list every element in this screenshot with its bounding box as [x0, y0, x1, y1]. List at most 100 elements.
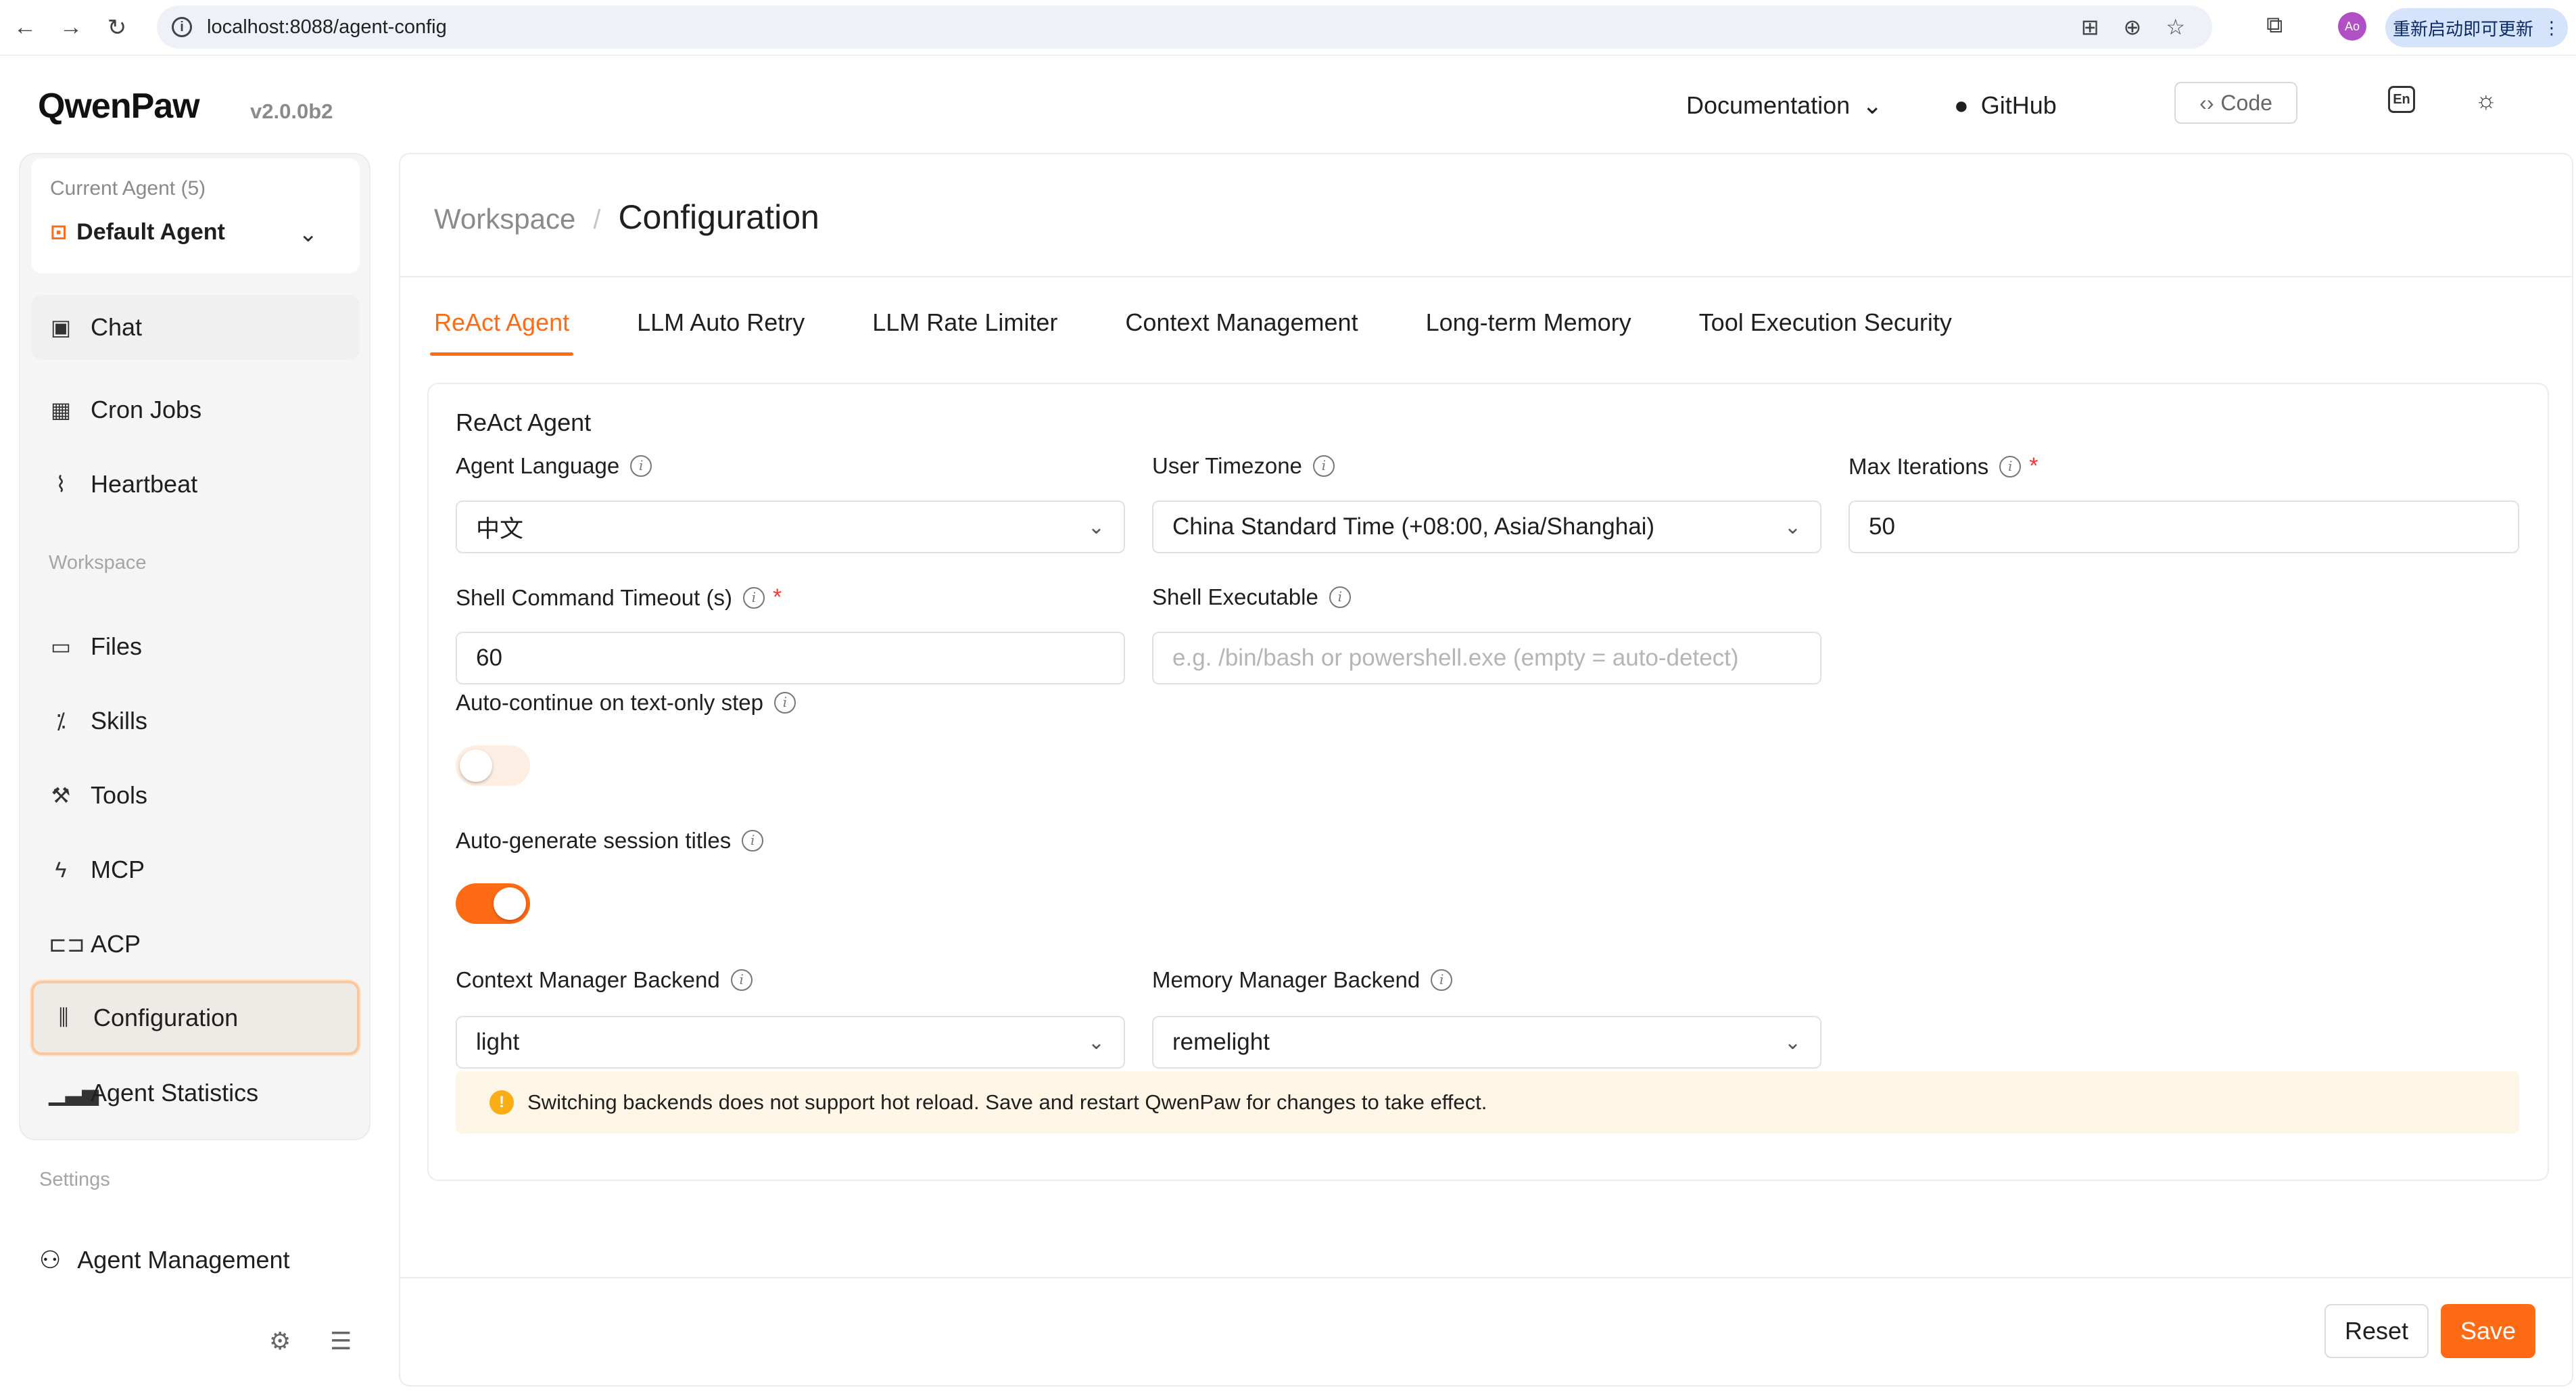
settings-section-label: Settings [39, 1169, 110, 1190]
sidebar-item-label: Files [91, 632, 143, 660]
info-icon[interactable]: i [1431, 969, 1453, 991]
toggle-knob [494, 887, 526, 920]
shell-executable-label: Shell Executable i [1152, 584, 1351, 610]
github-link[interactable]: ● GitHub [1954, 91, 2057, 120]
robot-icon: ⊡ [50, 221, 68, 243]
auto-titles-toggle[interactable] [456, 883, 530, 924]
sidebar-item-label: ACP [91, 930, 141, 958]
divider [400, 276, 2572, 277]
folder-icon: ▭ [50, 634, 72, 659]
tab-tool-execution-security[interactable]: Tool Execution Security [1699, 299, 1952, 356]
sidebar-item-label: Skills [91, 707, 148, 735]
sidebar-item-chat[interactable]: ▣ Chat [31, 295, 360, 360]
agent-selector[interactable]: Current Agent (5) ⊡ Default Agent ⌄ [31, 158, 360, 273]
site-info-icon[interactable]: i [172, 17, 192, 37]
info-icon[interactable]: i [773, 692, 796, 714]
shell-timeout-input[interactable]: 60 [456, 632, 1125, 684]
info-icon[interactable]: i [730, 969, 753, 991]
address-bar[interactable]: i localhost:8088/agent-config ⊞ ⊕ ☆ [157, 5, 2212, 49]
memory-backend-value: remelight [1172, 1029, 1270, 1055]
update-button[interactable]: 重新启动即可更新 ⋮ [2385, 8, 2568, 47]
max-iterations-input[interactable]: 50 [1848, 501, 2519, 553]
info-icon[interactable]: i [1999, 455, 2022, 478]
shell-executable-label-text: Shell Executable [1152, 584, 1318, 609]
theme-sun-icon[interactable]: ☼ [2469, 83, 2503, 117]
breadcrumb: Workspace / Configuration [434, 197, 819, 237]
sidebar-item-agent-management[interactable]: ⚇ Agent Management [39, 1246, 290, 1274]
shell-timeout-label-text: Shell Command Timeout (s) [456, 584, 732, 610]
memory-backend-label-text: Memory Manager Backend [1152, 967, 1421, 992]
translate-icon[interactable]: ⊞ [2081, 14, 2099, 40]
shell-timeout-label: Shell Command Timeout (s) i * [456, 584, 782, 611]
zoom-icon[interactable]: ⊕ [2124, 14, 2142, 40]
shell-executable-placeholder: e.g. /bin/bash or powershell.exe (empty … [1172, 645, 1739, 671]
sidebar-item-label: Chat [91, 313, 143, 341]
tab-long-term-memory[interactable]: Long-term Memory [1426, 299, 1631, 356]
max-iterations-value: 50 [1869, 513, 1895, 540]
breadcrumb-workspace[interactable]: Workspace [434, 203, 575, 235]
back-icon[interactable]: ← [11, 14, 39, 41]
code-button[interactable]: ‹› Code [2174, 82, 2297, 124]
sidebar-item-agent-statistics[interactable]: ▁▃▅ Agent Statistics [31, 1061, 360, 1125]
language-icon[interactable]: En [2388, 86, 2415, 113]
github-icon: ● [1954, 91, 1969, 119]
shell-executable-input[interactable]: e.g. /bin/bash or powershell.exe (empty … [1152, 632, 1821, 684]
info-icon[interactable]: i [1329, 586, 1351, 608]
github-label: GitHub [1980, 91, 2057, 119]
extensions-icon[interactable]: ⧉ [2266, 12, 2283, 39]
info-icon[interactable]: i [742, 830, 764, 852]
sidebar-item-label: Agent Statistics [91, 1079, 259, 1107]
sidebar-item-cron-jobs[interactable]: ▦ Cron Jobs [31, 377, 360, 442]
version-label: v2.0.0b2 [250, 99, 333, 123]
agent-language-value: 中文 [476, 515, 524, 542]
code-icon: ‹› [2199, 90, 2214, 115]
agent-language-select[interactable]: 中文 ⌄ [456, 501, 1125, 553]
save-button[interactable]: Save [2441, 1304, 2535, 1358]
auto-titles-label: Auto-generate session titles i [456, 828, 764, 854]
page-title: Configuration [618, 198, 819, 236]
reset-button[interactable]: Reset [2324, 1304, 2429, 1358]
sidebar-item-configuration[interactable]: ⫼ Configuration [31, 981, 360, 1055]
sidebar-item-heartbeat[interactable]: ⌇ Heartbeat [31, 452, 360, 517]
user-timezone-label-text: User Timezone [1152, 453, 1302, 478]
backend-warning-alert: ! Switching backends does not support ho… [456, 1071, 2519, 1134]
sidebar-item-label: Tools [91, 781, 148, 809]
info-icon[interactable]: i [742, 586, 765, 609]
info-icon[interactable]: i [1312, 455, 1335, 477]
documentation-menu[interactable]: Documentation ⌄ [1686, 91, 1882, 120]
auto-continue-label-text: Auto-continue on text-only step [456, 690, 763, 715]
memory-backend-select[interactable]: remelight ⌄ [1152, 1016, 1821, 1069]
bookmark-star-icon[interactable]: ☆ [2166, 14, 2185, 40]
tab-context-management[interactable]: Context Management [1125, 299, 1358, 356]
collapse-sidebar-icon[interactable]: ☰ [330, 1327, 352, 1355]
bar-chart-icon: ▁▃▅ [49, 1081, 99, 1105]
wrench-icon: ⚒ [51, 783, 71, 808]
tab-react-agent[interactable]: ReAct Agent [429, 299, 574, 356]
profile-avatar[interactable]: Ao [2338, 12, 2366, 41]
forward-icon[interactable]: → [57, 14, 85, 41]
sidebar-item-mcp[interactable]: ϟ MCP [31, 837, 360, 902]
user-timezone-label: User Timezone i [1152, 453, 1335, 479]
chevron-down-icon: ⌄ [1784, 1031, 1801, 1054]
tab-llm-rate-limiter[interactable]: LLM Rate Limiter [872, 299, 1057, 356]
sidebar-item-tools[interactable]: ⚒ Tools [31, 763, 360, 828]
chevron-down-icon: ⌄ [1862, 91, 1883, 119]
tab-llm-auto-retry[interactable]: LLM Auto Retry [637, 299, 805, 356]
info-icon[interactable]: i [630, 455, 652, 477]
warning-icon: ! [490, 1090, 514, 1115]
url-text[interactable]: localhost:8088/agent-config [207, 16, 447, 39]
context-backend-select[interactable]: light ⌄ [456, 1016, 1125, 1069]
form-title: ReAct Agent [456, 409, 592, 436]
sidebar-item-files[interactable]: ▭ Files [31, 614, 360, 679]
gear-icon[interactable]: ⚙ [269, 1327, 291, 1355]
auto-continue-toggle[interactable] [456, 745, 530, 786]
chevron-down-icon[interactable]: ⌄ [299, 220, 318, 248]
sidebar-item-acp[interactable]: ⊏⊐ ACP [31, 912, 360, 977]
sliders-icon: ⫼ [58, 1005, 69, 1029]
reload-icon[interactable]: ↻ [103, 14, 131, 41]
required-marker: * [772, 584, 782, 610]
user-timezone-select[interactable]: China Standard Time (+08:00, Asia/Shangh… [1152, 501, 1821, 553]
agent-name-label: Default Agent [76, 219, 225, 245]
sidebar-item-skills[interactable]: ⁒ Skills [31, 689, 360, 753]
react-agent-form: ReAct Agent Agent Language i 中文 ⌄ User T… [427, 383, 2549, 1181]
